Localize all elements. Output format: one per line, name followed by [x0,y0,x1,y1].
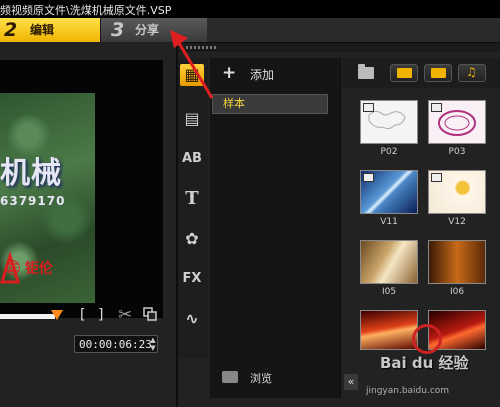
thumbnail-p03[interactable] [428,100,486,144]
watermark-brand: Bai du 经验 [380,354,469,372]
film-icon [397,68,412,78]
browse-button[interactable]: 浏览 [222,370,322,388]
transition-tool-icon[interactable]: ▤ [180,108,204,130]
thumbnail-label: I06 [449,287,465,297]
project-path-title: 频视频原文件\洗煤机械原文件.VSP [0,4,172,17]
mark-out-button[interactable]: ] [98,307,103,323]
photo-icon [431,68,446,78]
video-badge-icon [363,103,374,112]
tab-edit-number: 2 [4,19,18,41]
collapse-button[interactable]: « [344,374,358,390]
text-tool-icon[interactable]: T [180,188,204,210]
browse-label: 浏览 [250,372,272,385]
filter-tool-icon[interactable]: FX [180,268,204,290]
folder-icon[interactable] [358,64,374,79]
filter-photo-button[interactable] [424,64,452,82]
video-overlay-logo: ㊣ 钜伦 [6,261,53,277]
video-badge-icon [431,173,442,182]
thumbnail-label: P03 [448,147,466,157]
scrub-handle[interactable] [51,310,63,320]
timecode-field[interactable]: 00:00:06:23 [74,335,158,353]
video-badge-icon [431,103,442,112]
browse-icon [222,371,238,383]
tab-share-label: 分享 [135,23,160,37]
scrub-track[interactable] [0,314,55,319]
watermark-url: jingyan.baidu.com [366,386,450,396]
timecode-spinner[interactable]: ▲ ▼ [148,336,158,352]
tab-edit[interactable]: 2 编辑 [0,18,100,42]
thumbnail-label: V11 [380,217,398,227]
gallery-item-sample[interactable]: 样本 [212,94,328,114]
thumbnail-i06[interactable] [428,240,486,284]
music-note-icon: ♫ [466,65,477,79]
annotation-arrow-icon [170,30,214,99]
scissors-icon[interactable]: ✂ [118,305,132,325]
thumbnail-label: I05 [381,287,397,297]
thumbnail-label: V12 [448,217,466,227]
thumbnail-p02[interactable] [360,100,418,144]
video-overlay-title: 机械 [0,156,62,191]
thumbnail-v11[interactable] [360,170,418,214]
title-tool-icon[interactable]: AB [180,148,204,170]
add-button[interactable]: + 添加 [222,63,312,84]
tab-share-number: 3 [111,19,125,41]
add-label: 添加 [250,68,275,82]
graphic-tool-icon[interactable]: ✿ [180,228,204,250]
thumbnail-i07[interactable] [360,310,418,350]
filter-video-button[interactable] [390,64,418,82]
video-badge-icon [363,173,374,182]
copy-icon[interactable] [143,307,157,321]
thumbnail-v12[interactable] [428,170,486,214]
baidu-paw-icon [412,324,442,354]
tab-edit-label: 编辑 [30,23,55,37]
plus-icon: + [222,63,237,83]
thumbnail-label: P02 [380,147,398,157]
thumbnail-i05[interactable] [360,240,418,284]
video-overlay-phone: 6379170 [0,194,66,208]
filter-audio-button[interactable]: ♫ [458,64,486,82]
mark-in-button[interactable]: [ [80,307,85,323]
path-tool-icon[interactable]: ∿ [180,308,204,330]
